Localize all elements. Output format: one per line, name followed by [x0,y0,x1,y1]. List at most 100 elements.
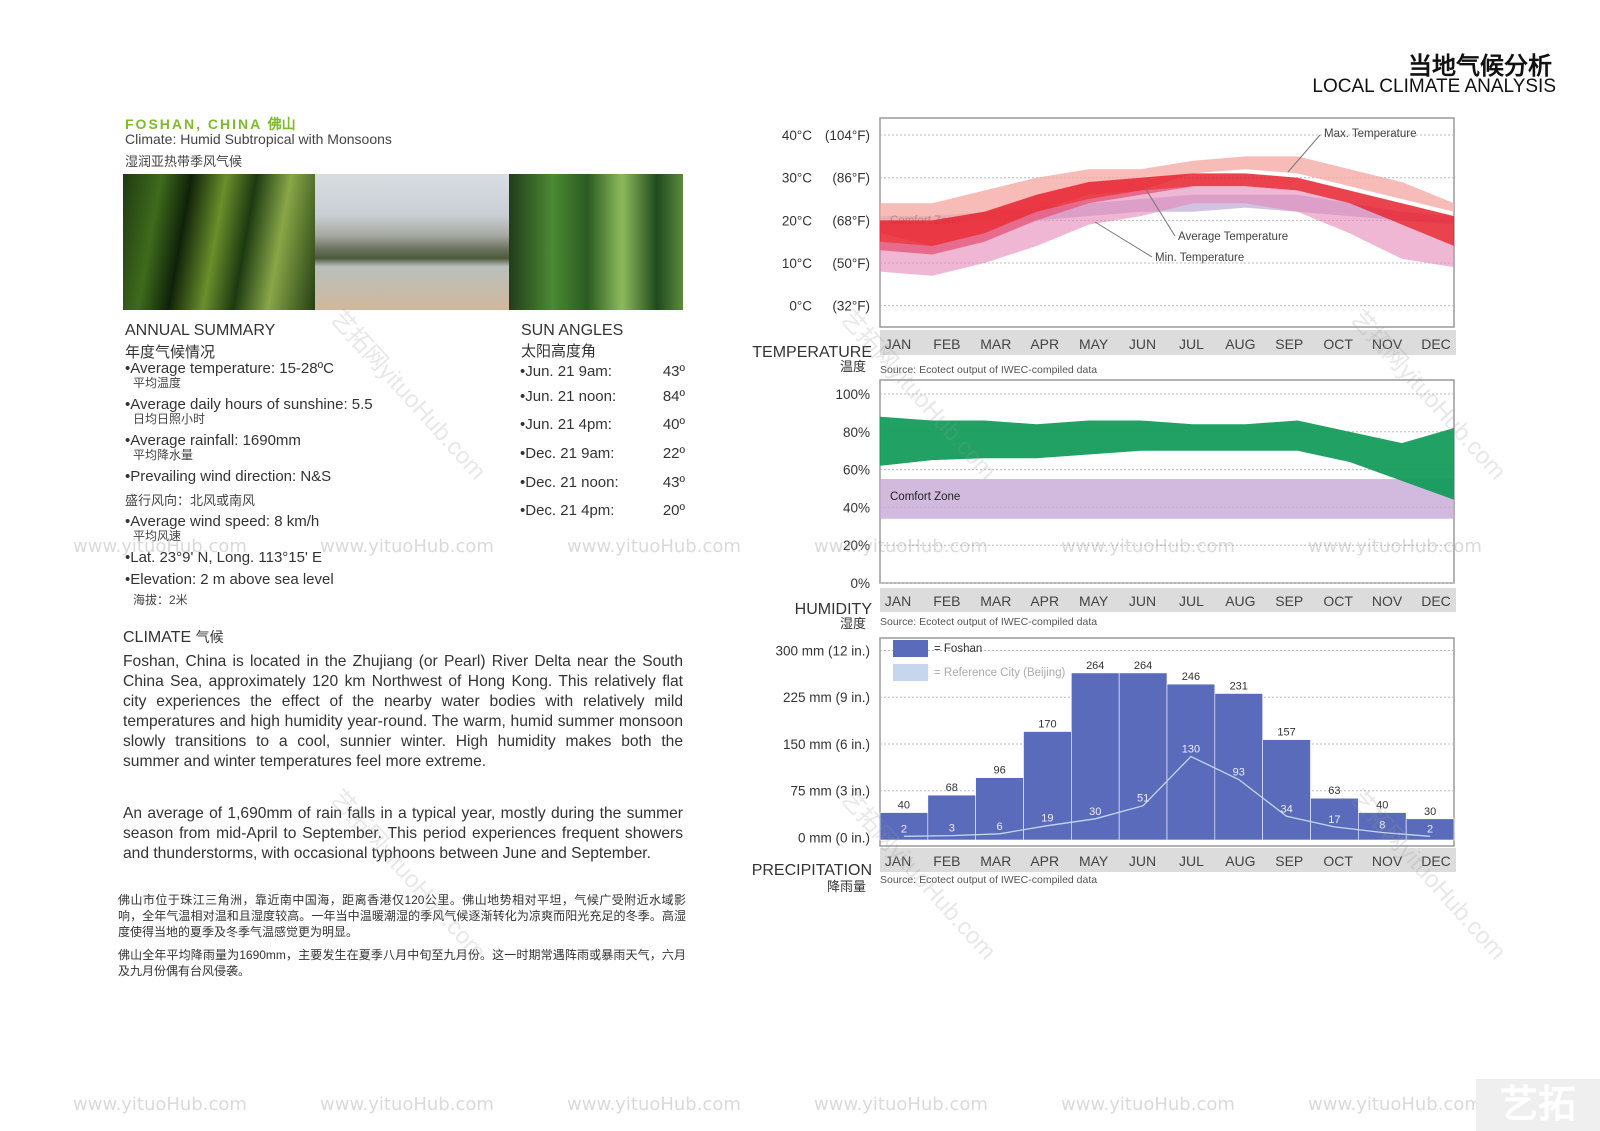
comfort-zone-label: Comfort Zone [890,491,960,503]
y-tick-label: 100% [835,387,870,402]
month-label: OCT [1323,336,1353,352]
month-label: DEC [1421,593,1451,609]
y-tick-label: (86°F) [832,171,870,186]
month-label: MAY [1079,853,1109,869]
y-tick-label: 60% [843,463,870,478]
y-tick-label: (104°F) [825,128,870,143]
precip-ref-value-label: 3 [949,823,955,835]
precip-value-label: 264 [1134,660,1152,672]
section-label: PRECIPITATION [752,862,872,879]
month-label: DEC [1421,336,1451,352]
month-label: MAR [980,853,1011,869]
watermark-text: www.yituoHub.com [567,1094,741,1115]
month-label: AUG [1225,853,1255,869]
watermark-text: www.yituoHub.com [1308,536,1482,557]
month-label: APR [1030,336,1059,352]
y-tick-label: (68°F) [832,213,870,228]
watermark-text: www.yituoHub.com [567,536,741,557]
month-label: SEP [1275,853,1303,869]
month-label: JUN [1129,853,1156,869]
precip-ref-value-label: 6 [997,821,1003,833]
watermark-text: www.yituoHub.com [1308,1094,1482,1115]
month-label: AUG [1225,336,1255,352]
y-tick-label: 225 mm (9 in.) [783,690,870,705]
source-note: Source: Ecotect output of IWEC-compiled … [880,616,1097,628]
annotation-label: Max. Temperature [1324,128,1416,140]
watermark-text: www.yituoHub.com [73,536,247,557]
precip-value-label: 68 [946,782,958,794]
precip-ref-value-label: 51 [1137,793,1149,805]
legend-label: = Foshan [934,643,982,655]
precip-bar-foshan [1118,672,1168,841]
watermark-text: www.yituoHub.com [1061,536,1235,557]
y-tick-label: (50°F) [832,256,870,271]
month-label: APR [1030,853,1059,869]
precip-value-label: 246 [1182,671,1200,683]
month-label: AUG [1225,593,1255,609]
y-tick-label: 30°C [782,171,812,186]
y-tick-label: 0°C [789,299,812,314]
watermark-text: www.yituoHub.com [73,1094,247,1115]
month-label: MAY [1079,336,1109,352]
month-label: JUL [1179,853,1204,869]
section-label-cn: 温度 [840,359,866,374]
month-label: JUN [1129,336,1156,352]
section-label-cn: 降雨量 [827,879,866,894]
month-label: JUN [1129,593,1156,609]
precip-value-label: 96 [993,765,1005,777]
annotation-label: Min. Temperature [1155,252,1244,264]
month-label: NOV [1372,593,1403,609]
watermark-text: www.yituoHub.com [814,536,988,557]
precip-ref-value-label: 130 [1182,743,1200,755]
y-tick-label: 10°C [782,256,812,271]
month-label: FEB [933,336,960,352]
precip-value-label: 30 [1424,806,1436,818]
precip-value-label: 170 [1038,719,1056,731]
month-label: JAN [885,593,911,609]
comfort-zone-band [880,479,1454,519]
section-label-cn: 湿度 [840,616,866,631]
precip-bar-foshan [1166,683,1216,841]
y-tick-label: 0% [850,576,870,591]
precip-ref-value-label: 17 [1328,814,1340,826]
watermark-text: www.yituoHub.com [1061,1094,1235,1115]
annotation-label: Average Temperature [1178,231,1288,243]
month-band [880,848,1456,872]
precip-ref-value-label: 93 [1233,767,1245,779]
precip-value-label: 264 [1086,660,1104,672]
y-tick-label: 0 mm (0 in.) [798,831,870,846]
legend-label: = Reference City (Beijing) [934,667,1066,679]
precip-value-label: 40 [898,800,910,812]
month-label: FEB [933,593,960,609]
y-tick-label: 80% [843,425,870,440]
month-label: OCT [1323,853,1353,869]
precip-ref-value-label: 30 [1089,806,1101,818]
month-label: APR [1030,593,1059,609]
month-label: OCT [1323,593,1353,609]
precip-value-label: 63 [1328,785,1340,797]
legend-swatch-foshan [893,640,928,657]
legend-swatch-beijing [893,664,928,681]
y-tick-label: 20°C [782,213,812,228]
precip-bar-foshan [1262,739,1311,841]
precip-value-label: 231 [1230,680,1248,692]
y-tick-label: 40°C [782,128,812,143]
climate-charts: 0°C (32°F)10°C (50°F)20°C (68°F)30°C (86°F)4… [752,117,1456,894]
watermark-text: www.yituoHub.com [320,536,494,557]
month-label: MAY [1079,593,1109,609]
watermark-text: www.yituoHub.com [814,1094,988,1115]
month-label: JUL [1179,336,1204,352]
month-label: SEP [1275,593,1303,609]
month-label: MAR [980,336,1011,352]
watermark-logo: 艺拓 [1476,1079,1600,1131]
month-label: SEP [1275,336,1303,352]
month-band [880,588,1456,612]
precip-value-label: 157 [1277,727,1295,739]
precip-ref-value-label: 19 [1041,813,1053,825]
month-label: JUL [1179,593,1204,609]
precip-ref-value-label: 2 [1427,823,1433,835]
month-label: MAR [980,593,1011,609]
y-tick-label: 150 mm (6 in.) [783,737,870,752]
precip-ref-value-label: 34 [1280,803,1292,815]
y-tick-label: 300 mm (12 in.) [775,643,870,658]
